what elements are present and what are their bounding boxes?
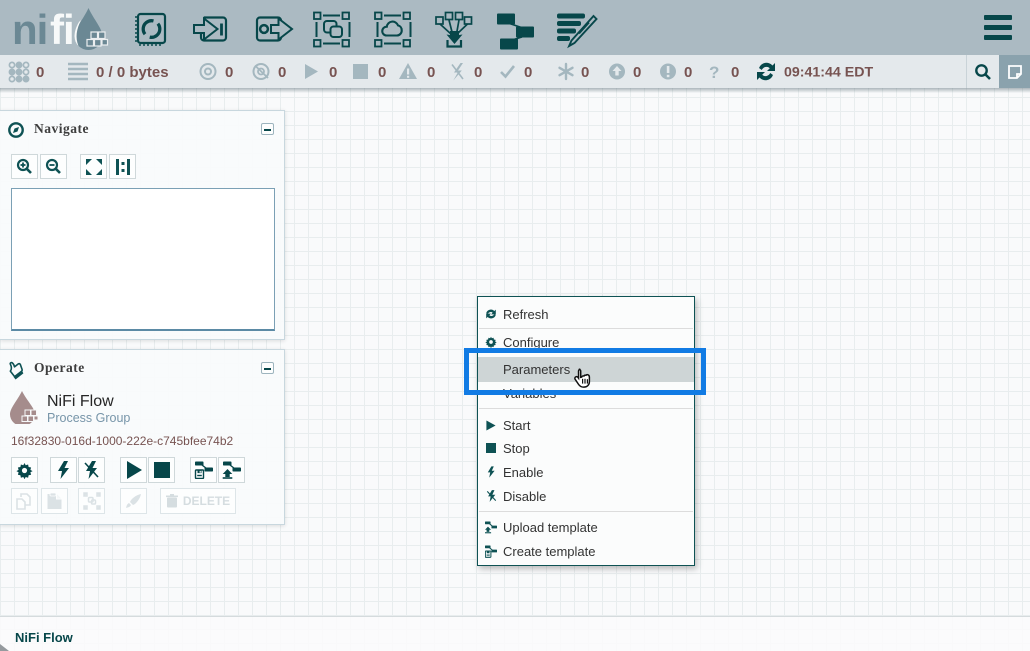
svg-text:0: 0 [474,64,482,81]
svg-text:0: 0 [278,64,286,81]
svg-text:0: 0 [378,64,386,81]
svg-text:0: 0 [225,64,233,81]
svg-text:09:41:44 EDT: 09:41:44 EDT [784,65,873,81]
svg-text:ni: ni [14,8,47,50]
svg-text:0: 0 [731,64,739,81]
svg-text:0 / 0 bytes: 0 / 0 bytes [96,64,169,81]
svg-text:0: 0 [524,64,532,81]
svg-text:0: 0 [329,64,337,81]
svg-text:?: ? [709,63,719,82]
svg-text:0: 0 [581,64,589,81]
svg-text:0: 0 [36,64,44,81]
svg-text:0: 0 [684,64,692,81]
svg-text:0: 0 [633,64,641,81]
svg-text:fi: fi [50,8,74,50]
svg-text:0: 0 [427,64,435,81]
